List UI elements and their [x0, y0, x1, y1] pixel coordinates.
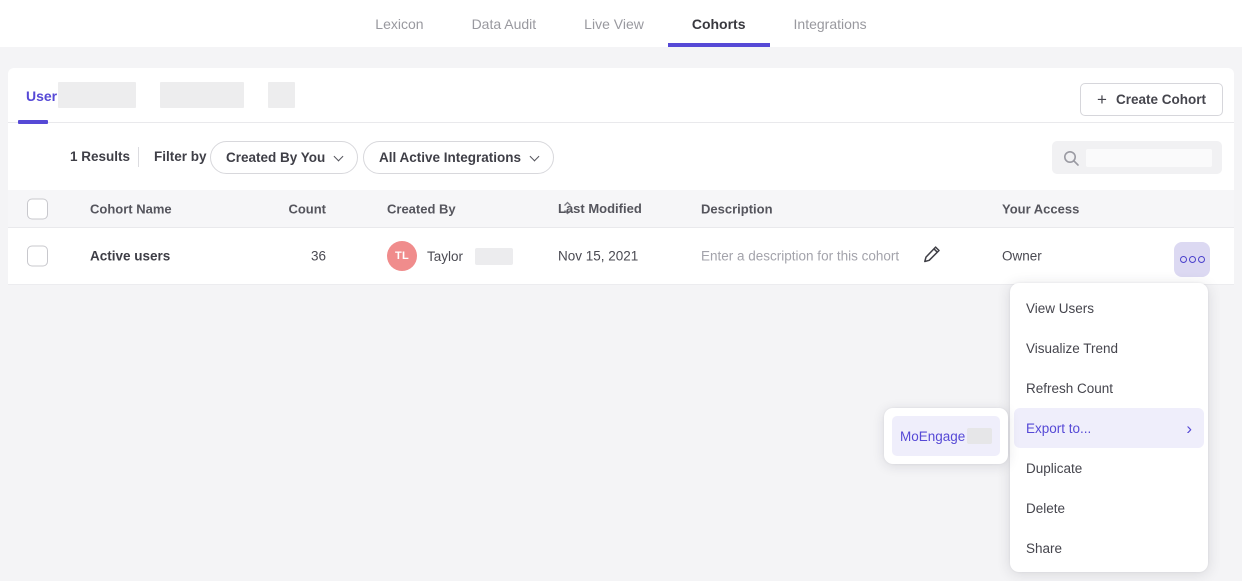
export-submenu: MoEngage — [884, 408, 1008, 464]
create-cohort-button[interactable]: + Create Cohort — [1080, 83, 1223, 116]
redacted-search-text — [1086, 149, 1212, 167]
nav-tab-data-audit[interactable]: Data Audit — [448, 0, 561, 47]
edit-description-button[interactable] — [922, 245, 942, 268]
menu-item-delete[interactable]: Delete — [1010, 488, 1208, 528]
pencil-icon — [922, 245, 942, 265]
header-your-access: Your Access — [1002, 201, 1079, 216]
dot-icon — [1198, 256, 1205, 263]
chevron-down-icon — [334, 151, 344, 161]
integrations-filter-dropdown[interactable]: All Active Integrations — [363, 141, 554, 174]
menu-item-share[interactable]: Share — [1010, 528, 1208, 568]
created-by-filter-label: Created By You — [226, 150, 325, 165]
row-checkbox[interactable] — [27, 246, 48, 267]
menu-item-view-users[interactable]: View Users — [1010, 288, 1208, 328]
dot-icon — [1189, 256, 1196, 263]
row-actions-menu-button[interactable] — [1174, 242, 1210, 277]
header-last-modified[interactable]: Last Modified — [558, 201, 572, 216]
count-cell: 36 — [238, 249, 326, 264]
export-to-label: Export to... — [1026, 421, 1091, 436]
select-all-checkbox[interactable] — [27, 198, 48, 219]
redacted-tab-block — [268, 82, 295, 108]
created-by-name: Taylor — [427, 249, 463, 264]
menu-item-visualize-trend[interactable]: Visualize Trend — [1010, 328, 1208, 368]
table-header-row: Cohort Name Count Created By Last Modifi… — [8, 190, 1234, 228]
redacted-tab-block — [160, 82, 244, 108]
table-row[interactable]: Active users 36 TL Taylor Nov 15, 2021 E… — [8, 228, 1234, 285]
cohort-type-tabs-row: User + Create Cohort — [8, 68, 1234, 123]
menu-item-refresh-count[interactable]: Refresh Count — [1010, 368, 1208, 408]
tab-user-cohorts[interactable]: User — [26, 68, 57, 123]
redacted-tab-block — [58, 82, 136, 108]
search-icon — [1062, 149, 1080, 167]
menu-item-duplicate[interactable]: Duplicate — [1010, 448, 1208, 488]
nav-tab-cohorts[interactable]: Cohorts — [668, 0, 770, 47]
menu-item-export-to[interactable]: Export to... › — [1014, 408, 1204, 448]
nav-tab-lexicon[interactable]: Lexicon — [351, 0, 447, 47]
filter-by-label: Filter by — [154, 149, 207, 164]
submenu-item-moengage[interactable]: MoEngage — [892, 416, 1000, 456]
top-navigation: Lexicon Data Audit Live View Cohorts Int… — [0, 0, 1242, 47]
moengage-label: MoEngage — [900, 429, 965, 444]
dot-icon — [1180, 256, 1187, 263]
nav-tab-integrations[interactable]: Integrations — [770, 0, 891, 47]
integrations-filter-label: All Active Integrations — [379, 150, 521, 165]
description-placeholder[interactable]: Enter a description for this cohort — [701, 249, 899, 264]
chevron-right-icon: › — [1186, 420, 1192, 437]
header-created-by: Created By — [387, 201, 456, 216]
row-actions-menu: View Users Visualize Trend Refresh Count… — [1010, 283, 1208, 572]
filter-row: 1 Results Filter by Created By You All A… — [8, 123, 1234, 190]
redacted-last-name — [475, 248, 513, 265]
cohort-name-cell[interactable]: Active users — [90, 249, 170, 264]
header-cohort-name: Cohort Name — [90, 201, 172, 216]
results-count: 1 Results — [70, 149, 130, 164]
nav-tab-live-view[interactable]: Live View — [560, 0, 668, 47]
create-cohort-label: Create Cohort — [1116, 92, 1206, 107]
search-input[interactable] — [1052, 141, 1222, 174]
access-cell: Owner — [1002, 249, 1042, 264]
header-description: Description — [701, 201, 773, 216]
created-by-filter-dropdown[interactable]: Created By You — [210, 141, 358, 174]
last-modified-cell: Nov 15, 2021 — [558, 249, 638, 264]
cohorts-panel: User + Create Cohort 1 Results Filter by… — [8, 68, 1234, 285]
chevron-down-icon — [530, 151, 540, 161]
created-by-cell: TL Taylor — [387, 241, 513, 271]
redacted-submenu-block — [967, 428, 992, 444]
plus-icon: + — [1097, 90, 1107, 110]
header-count: Count — [238, 201, 326, 216]
divider — [138, 147, 139, 167]
avatar: TL — [387, 241, 417, 271]
